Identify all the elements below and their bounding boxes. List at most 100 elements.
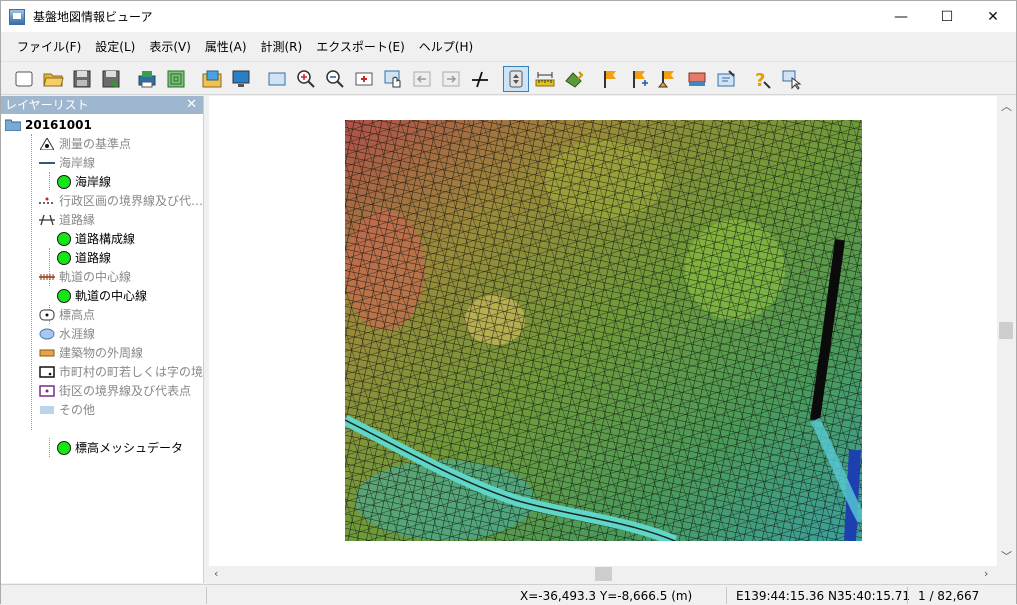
menu-export[interactable]: エクスポート(E)	[309, 36, 412, 58]
layer-label: 測量の基準点	[59, 137, 132, 151]
select-icon[interactable]	[503, 65, 529, 92]
layer-item[interactable]: 道路構成線	[57, 229, 135, 248]
app-window: 基盤地図情報ビューア — ☐ ✕ ファイル(F) 設定(L) 表示(V) 属性(…	[0, 0, 1017, 605]
block-boundary-icon	[39, 384, 55, 397]
layer-settings-icon[interactable]	[713, 66, 739, 92]
maximize-button[interactable]: ☐	[924, 1, 970, 32]
menu-help[interactable]: ヘルプ(H)	[412, 36, 480, 58]
layer-label: 街区の境界線及び代表点	[59, 384, 192, 398]
flag-delete-icon[interactable]	[684, 66, 710, 92]
layers-icon[interactable]	[163, 66, 189, 92]
layer-label: 水涯線	[59, 327, 96, 341]
railway-icon	[39, 271, 55, 283]
layer-visible-icon[interactable]	[57, 174, 71, 189]
menu-attributes[interactable]: 属性(A)	[198, 36, 254, 58]
status-latlon: E139:44:15.36 N35:40:15.71	[736, 589, 910, 603]
map-view[interactable]	[209, 96, 997, 566]
layer-label: 標高メッシュデータ	[75, 441, 184, 455]
layer-item[interactable]: 軌道の中心線	[39, 267, 131, 286]
zoom-out-icon[interactable]	[322, 66, 348, 92]
flag-edit-icon[interactable]	[655, 66, 681, 92]
menu-settings[interactable]: 設定(L)	[88, 36, 142, 58]
layer-item[interactable]: 海岸線	[57, 172, 111, 191]
building-icon	[39, 347, 55, 359]
layer-label: 建築物の外周線	[59, 346, 144, 360]
scrollbar-corner	[997, 566, 1015, 583]
back-icon[interactable]	[409, 66, 435, 92]
layer-item[interactable]: 標高点	[39, 305, 95, 324]
layer-label: 道路縁	[59, 213, 96, 227]
menu-measure[interactable]: 計測(R)	[254, 36, 310, 58]
measure-ruler-icon[interactable]	[532, 66, 558, 92]
help-icon[interactable]: ?	[749, 66, 775, 92]
layer-panel-header: レイヤーリスト ✕	[1, 96, 203, 114]
layer-label: 海岸線	[59, 156, 96, 170]
layer-label: 道路線	[75, 251, 112, 265]
waterline-icon	[39, 328, 55, 340]
layer-item[interactable]: 測量の基準点	[39, 134, 131, 153]
panel-close-icon[interactable]: ✕	[186, 96, 197, 114]
save-icon[interactable]	[69, 66, 95, 92]
app-icon	[9, 8, 25, 25]
layer-visible-icon[interactable]	[57, 231, 71, 246]
other-icon	[39, 404, 55, 416]
print-icon[interactable]	[134, 66, 160, 92]
flag-add-icon[interactable]	[626, 66, 652, 92]
layer-tree: 20161001 測量の基準点 海岸線 海岸線 行政区画の境界線及び代… 道路縁	[1, 114, 215, 583]
scroll-down-icon[interactable]: ﹀	[1001, 548, 1012, 564]
status-xy: X=-36,493.3 Y=-8,666.5 (m)	[520, 589, 693, 603]
layer-label: その他	[59, 403, 96, 417]
layer-item[interactable]: 軌道の中心線	[57, 286, 147, 305]
elevation-point-icon	[39, 309, 55, 321]
status-scale: 1 / 82,667	[918, 589, 980, 603]
layer-panel-title: レイヤーリスト	[5, 98, 89, 112]
vertical-scroll-thumb[interactable]	[999, 322, 1013, 339]
layer-item[interactable]: 水涯線	[39, 324, 95, 343]
scroll-up-icon[interactable]: ︿	[1001, 98, 1012, 114]
vertical-scrollbar[interactable]: ︿ ﹀	[997, 96, 1015, 566]
horizontal-scrollbar[interactable]: ‹ ›	[209, 566, 997, 583]
menu-file[interactable]: ファイル(F)	[10, 36, 88, 58]
draw-line-icon[interactable]	[467, 66, 493, 92]
layer-item[interactable]: 道路線	[57, 248, 111, 267]
layer-label: 行政区画の境界線及び代…	[59, 194, 204, 208]
open-image-icon[interactable]	[199, 66, 225, 92]
close-button[interactable]: ✕	[970, 1, 1016, 32]
open-folder-icon[interactable]	[40, 66, 66, 92]
town-boundary-icon	[39, 365, 55, 378]
layer-visible-icon[interactable]	[57, 440, 71, 455]
layer-visible-icon[interactable]	[57, 288, 71, 303]
layer-item[interactable]: 建築物の外周線	[39, 343, 143, 362]
tree-root-label: 20161001	[25, 117, 92, 132]
layer-item[interactable]: 街区の境界線及び代表点	[39, 381, 191, 400]
map-canvas[interactable]	[345, 120, 862, 541]
info-cursor-icon[interactable]	[778, 66, 804, 92]
road-icon	[39, 214, 55, 226]
tree-root[interactable]: 20161001	[5, 115, 92, 134]
admin-boundary-icon	[39, 195, 55, 207]
paint-icon[interactable]	[561, 66, 587, 92]
horizontal-scroll-thumb[interactable]	[595, 567, 612, 581]
layer-item[interactable]: 道路縁	[39, 210, 95, 229]
layer-item[interactable]: 行政区画の境界線及び代…	[39, 191, 203, 210]
save-as-icon[interactable]	[98, 66, 124, 92]
full-extent-icon[interactable]	[264, 66, 290, 92]
layer-label: 軌道の中心線	[75, 289, 148, 303]
layer-item[interactable]: 標高メッシュデータ	[57, 438, 183, 457]
monitor-icon[interactable]	[228, 66, 254, 92]
scroll-left-icon[interactable]: ‹	[214, 567, 218, 580]
flag-icon[interactable]	[597, 66, 623, 92]
zoom-in-icon[interactable]	[293, 66, 319, 92]
pan-hand-icon[interactable]	[380, 66, 406, 92]
menu-view[interactable]: 表示(V)	[142, 36, 198, 58]
layer-item[interactable]: 市町村の町若しくは字の境…	[39, 362, 215, 381]
layer-label: 軌道の中心線	[59, 270, 132, 284]
forward-icon[interactable]	[438, 66, 464, 92]
layer-item[interactable]: その他	[39, 400, 95, 419]
new-icon[interactable]	[11, 66, 37, 92]
minimize-button[interactable]: —	[878, 1, 924, 32]
layer-item[interactable]: 海岸線	[39, 153, 95, 172]
layer-visible-icon[interactable]	[57, 250, 71, 265]
scroll-right-icon[interactable]: ›	[984, 567, 988, 580]
zoom-center-icon[interactable]	[351, 66, 377, 92]
